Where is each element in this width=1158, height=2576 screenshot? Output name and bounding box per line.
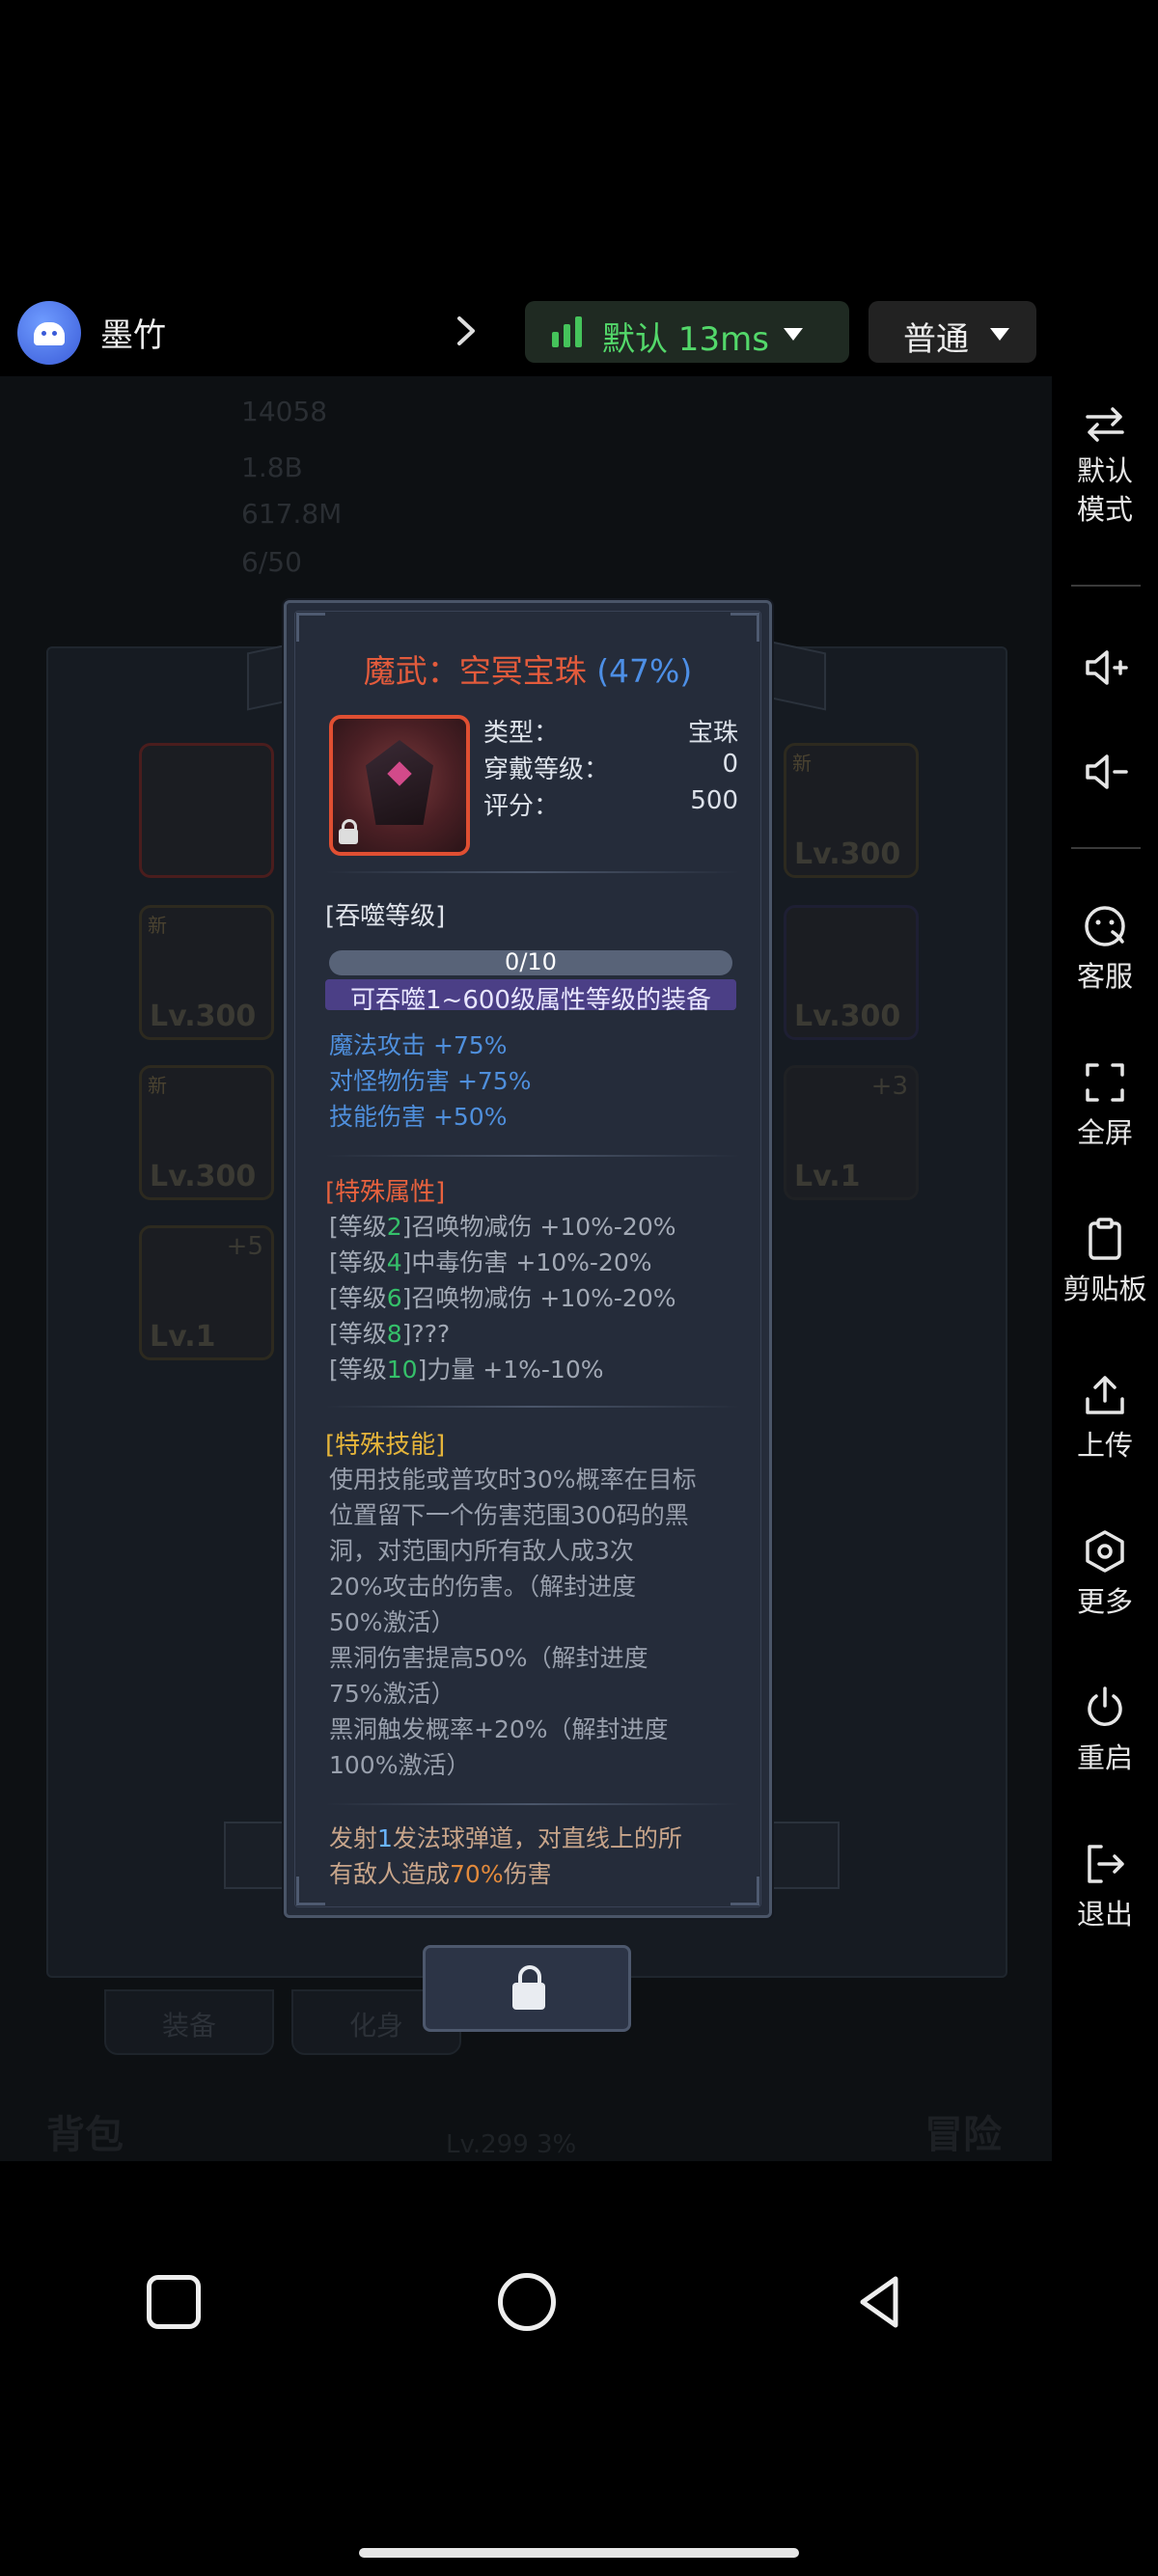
quality-mode-selector[interactable]: 普通 (868, 301, 1036, 363)
equip-slot-left-1[interactable] (139, 743, 274, 878)
hud-exp: 617.8M (241, 498, 343, 530)
sidebar-item-volume-down[interactable] (1052, 747, 1158, 797)
floating-sidebar: 默认 模式 客服 全屏 剪贴板 上传 更多 重启 退出 (1052, 376, 1158, 1959)
special-attr-line: [等级10]力量 +1%-10% (329, 1356, 604, 1384)
sidebar-label: 客服 (1076, 960, 1133, 993)
quality-mode-label: 普通 (903, 320, 969, 359)
volume-down-icon (1080, 747, 1130, 797)
sidebar-label: 模式 (1076, 493, 1133, 526)
power-icon (1080, 1683, 1130, 1733)
exit-icon (1080, 1839, 1130, 1889)
caret-down-icon (990, 328, 1009, 341)
special-attr-header: [特殊属性] (325, 1178, 446, 1207)
lock-icon (512, 1965, 545, 2010)
sidebar-separator (1071, 585, 1141, 587)
chevron-right-icon[interactable] (452, 307, 482, 355)
devour-progress-bar: 0/10 (329, 948, 732, 975)
divider (325, 1406, 740, 1408)
item-tooltip: 魔武：空冥宝珠 (47%) 类型： 宝珠 穿戴等级： 0 评分： 500 [吞噬等级]… (284, 600, 772, 1918)
settings-hexagon-icon (1080, 1526, 1130, 1576)
corner-ornament (731, 613, 759, 642)
devour-header: [吞噬等级] (325, 902, 446, 931)
sidebar-label: 更多 (1076, 1585, 1133, 1618)
sidebar-item-service[interactable]: 客服 (1052, 901, 1158, 996)
equip-slot-left-4[interactable]: +5 Lv.1 (139, 1225, 274, 1360)
special-attr-line: [等级8]??? (329, 1320, 451, 1348)
equip-slot-right-3[interactable]: +3 Lv.1 (784, 1065, 919, 1200)
lock-icon (339, 819, 358, 844)
divider (325, 1803, 740, 1805)
sidebar-label: 退出 (1076, 1898, 1133, 1931)
customer-service-icon (1080, 901, 1130, 951)
caret-down-icon (784, 328, 803, 341)
item-icon (329, 715, 470, 856)
bonus-monster-damage: 对怪物伤害 +75% (329, 1067, 532, 1095)
backpack-label[interactable]: 背包 (46, 2103, 124, 2159)
sidebar-label: 重启 (1076, 1741, 1133, 1774)
sidebar-separator (1071, 847, 1141, 849)
home-button[interactable] (498, 2273, 556, 2331)
corner-ornament (296, 613, 325, 642)
clipboard-icon (1080, 1214, 1130, 1264)
sidebar-item-upload[interactable]: 上传 (1052, 1370, 1158, 1465)
hud-gold: 1.8B (241, 452, 303, 483)
fullscreen-icon (1080, 1057, 1130, 1108)
sidebar-item-restart[interactable]: 重启 (1052, 1683, 1158, 1777)
sidebar-item-volume-up[interactable] (1052, 643, 1158, 693)
equip-slot-left-3[interactable]: 新 Lv.300 (139, 1065, 274, 1200)
item-effect-text: 发射1发法球弹道，对直线上的所 有敌人造成70%伤害 (329, 1824, 682, 1888)
special-attr-line: [等级4]中毒伤害 +10%-20% (329, 1248, 652, 1276)
top-toolbar: 墨竹 默认 13ms 普通 (0, 289, 1158, 376)
special-attr-line: [等级2]召唤物减伤 +10%-20% (329, 1213, 676, 1241)
special-skill-text: 使用技能或普攻时30%概率在目标 位置留下一个伤害范围300码的黑 洞，对范围内… (329, 1466, 697, 1779)
sidebar-item-exit[interactable]: 退出 (1052, 1839, 1158, 1933)
volume-up-icon (1080, 643, 1130, 693)
bonus-skill-damage: 技能伤害 +50% (329, 1103, 508, 1131)
sidebar-item-default-mode[interactable]: 默认 模式 (1052, 399, 1158, 529)
devour-progress-label: 0/10 (505, 948, 557, 975)
network-latency: 默认 13ms (602, 320, 769, 359)
android-app-icon[interactable] (17, 301, 81, 365)
orb-icon (366, 740, 433, 825)
lock-button[interactable] (423, 1945, 631, 2032)
devour-range: 可吞噬1~600级属性等级的装备 (325, 979, 736, 1015)
sidebar-item-clipboard[interactable]: 剪贴板 (1052, 1214, 1158, 1308)
swap-icon (1080, 399, 1130, 450)
hud-diamonds: 14058 (241, 396, 328, 427)
back-button[interactable] (851, 2273, 909, 2331)
signal-bars-icon (552, 316, 585, 347)
item-name: 魔武：空冥宝珠 (363, 652, 587, 690)
network-selector[interactable]: 默认 13ms (525, 301, 849, 363)
adventure-label[interactable]: 冒险 (924, 2103, 1002, 2159)
sidebar-label: 上传 (1076, 1429, 1133, 1462)
stat-wear-level: 穿戴等级： 0 (483, 750, 738, 784)
special-skill-header: [特殊技能] (325, 1431, 446, 1460)
sidebar-label: 全屏 (1076, 1116, 1133, 1149)
equip-slot-right-2[interactable]: Lv.300 (784, 905, 919, 1040)
recent-apps-button[interactable] (147, 2275, 201, 2329)
equip-slot-left-2[interactable]: 新 Lv.300 (139, 905, 274, 1040)
bonus-magic-attack: 魔法攻击 +75% (329, 1031, 508, 1059)
corner-ornament (296, 1877, 325, 1905)
sidebar-item-fullscreen[interactable]: 全屏 (1052, 1057, 1158, 1152)
upload-icon (1080, 1370, 1130, 1420)
equip-slot-right-1[interactable]: 新 Lv.300 (784, 743, 919, 878)
item-percent: (47%) (596, 652, 693, 690)
home-indicator[interactable] (359, 2548, 799, 2558)
player-level: Lv.299 3% (446, 2130, 577, 2159)
stat-type: 类型： 宝珠 (483, 719, 738, 748)
sidebar-label: 剪贴板 (1062, 1273, 1147, 1305)
item-title: 魔武：空冥宝珠 (47%) (287, 645, 769, 692)
stat-score: 评分： 500 (483, 786, 738, 821)
hud-stamina: 6/50 (241, 546, 302, 578)
special-attr-line: [等级6]召唤物减伤 +10%-20% (329, 1284, 676, 1312)
app-name: 墨竹 (100, 316, 166, 355)
sidebar-label: 默认 (1076, 454, 1133, 487)
divider (325, 871, 740, 873)
tab-equipment[interactable]: 装备 (104, 1989, 274, 2055)
sidebar-item-more[interactable]: 更多 (1052, 1526, 1158, 1621)
divider (325, 1155, 740, 1157)
